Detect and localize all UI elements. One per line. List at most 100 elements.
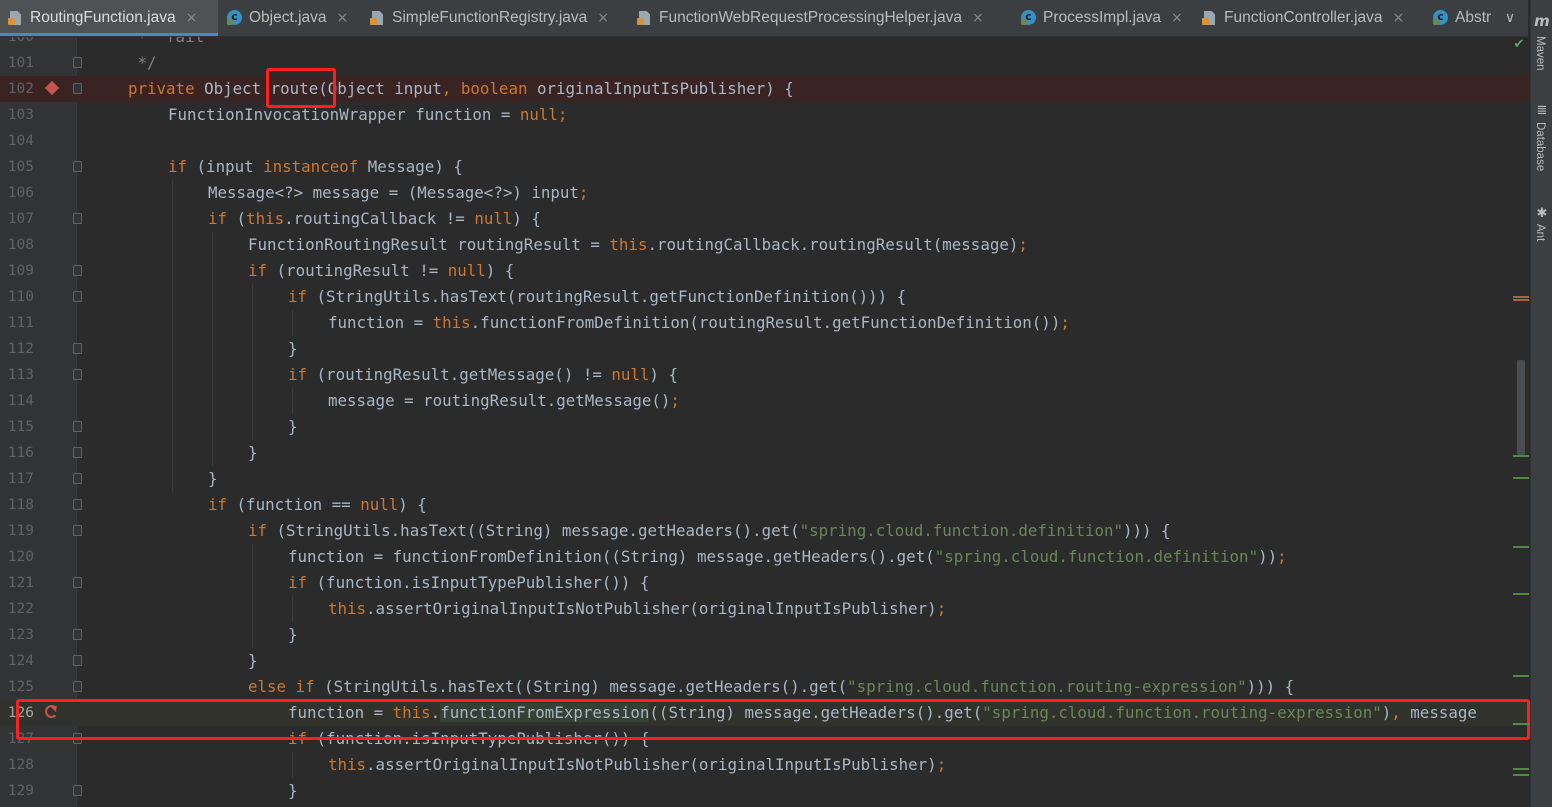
fold-icon[interactable]	[73, 57, 82, 68]
fold-icon[interactable]	[73, 213, 82, 224]
fold-icon[interactable]	[73, 83, 82, 94]
code-line: 111 function = this.functionFromDefiniti…	[0, 310, 1530, 336]
database-tool-window[interactable]: Database	[1534, 122, 1546, 171]
ant-tool-window[interactable]: Ant	[1534, 224, 1546, 241]
maven-icon[interactable]: m	[1534, 14, 1550, 29]
line-number: 100	[7, 37, 34, 45]
code-text: }	[248, 443, 258, 462]
scroll-marker	[1513, 296, 1529, 298]
code-text: if (StringUtils.hasText((String) message…	[248, 521, 1171, 540]
fold-icon[interactable]	[73, 525, 82, 536]
line-number: 117	[7, 471, 34, 487]
check-icon: ✔	[1513, 37, 1525, 52]
code-text: else if (StringUtils.hasText((String) me…	[248, 677, 1295, 696]
close-icon[interactable]: ×	[1393, 10, 1405, 26]
tab-label: FunctionController.java	[1224, 9, 1383, 26]
fold-icon[interactable]	[73, 473, 82, 484]
fold-icon[interactable]	[73, 343, 82, 354]
fold-icon[interactable]	[73, 785, 82, 796]
fold-icon[interactable]	[73, 447, 82, 458]
line-number: 102	[7, 81, 34, 97]
line-number: 120	[7, 549, 34, 565]
fold-icon[interactable]	[73, 681, 82, 692]
close-icon[interactable]: ×	[186, 10, 198, 26]
code-line: 115 }	[0, 414, 1530, 440]
code-line: 112 }	[0, 336, 1530, 362]
fold-icon[interactable]	[73, 421, 82, 432]
indent-guide	[292, 596, 293, 622]
code-text: private Object route(Object input, boole…	[128, 79, 794, 98]
fold-icon[interactable]	[73, 291, 82, 302]
code-line-current: 126 function = this.functionFromExpressi…	[0, 700, 1530, 726]
code-editor[interactable]: 100 * fail 101 */ 102 private Object rou…	[0, 37, 1530, 807]
code-text: }	[208, 469, 218, 488]
tab-function-web-request-processing-helper[interactable]: FunctionWebRequestProcessingHelper.java …	[629, 0, 1012, 36]
line-number: 118	[7, 497, 34, 513]
close-icon[interactable]: ×	[972, 10, 984, 26]
indent-guide	[252, 284, 253, 440]
vertical-scrollbar[interactable]	[1517, 360, 1525, 455]
code-line: 105 if (input instanceof Message) {	[0, 154, 1530, 180]
code-line: 117 }	[0, 466, 1530, 492]
line-number: 107	[7, 211, 34, 227]
code-text: if (StringUtils.hasText(routingResult.ge…	[288, 287, 907, 306]
line-number: 122	[7, 601, 34, 617]
scroll-marker	[1513, 723, 1529, 725]
code-line: 106 Message<?> message = (Message<?>) in…	[0, 180, 1530, 206]
line-number: 110	[7, 289, 34, 305]
tab-abstract[interactable]: Abstr	[1425, 0, 1500, 36]
code-text: if (function.isInputTypePublisher()) {	[288, 573, 650, 592]
breakpoint-icon[interactable]	[44, 76, 60, 102]
scroll-marker	[1513, 768, 1529, 770]
close-icon[interactable]: ×	[337, 10, 349, 26]
tab-function-controller[interactable]: FunctionController.java ×	[1194, 0, 1424, 36]
fold-icon[interactable]	[73, 499, 82, 510]
fold-icon[interactable]	[73, 733, 82, 744]
scroll-marker	[1513, 299, 1529, 301]
close-icon[interactable]: ×	[1171, 10, 1183, 26]
tab-label: Abstr	[1455, 9, 1492, 26]
database-icon[interactable]: ≣	[1534, 104, 1550, 118]
fold-icon[interactable]	[73, 577, 82, 588]
tab-process-impl[interactable]: ProcessImpl.java ×	[1013, 0, 1193, 36]
fold-icon[interactable]	[73, 265, 82, 276]
indent-guide	[252, 544, 253, 648]
class-file-icon	[1021, 10, 1037, 26]
ant-icon[interactable]: ✱	[1534, 207, 1550, 221]
tab-routing-function[interactable]: RoutingFunction.java ×	[0, 0, 218, 36]
maven-tool-window[interactable]: Maven	[1534, 36, 1546, 71]
code-text: message = routingResult.getMessage();	[328, 391, 680, 410]
reload-breakpoint-icon[interactable]	[44, 700, 60, 726]
chevron-down-icon[interactable]: ∨	[1500, 8, 1520, 28]
fold-icon[interactable]	[73, 369, 82, 380]
close-icon[interactable]: ×	[597, 10, 609, 26]
code-line: 104	[0, 128, 1530, 154]
code-line: 127 if (function.isInputTypePublisher())…	[0, 726, 1530, 752]
tab-simple-function-registry[interactable]: SimpleFunctionRegistry.java ×	[362, 0, 628, 36]
code-text: * fail	[128, 37, 205, 50]
code-line: 129 }	[0, 778, 1530, 804]
indent-guide	[292, 752, 293, 778]
code-text: function = this.functionFromExpression((…	[288, 703, 1477, 722]
fold-icon[interactable]	[73, 629, 82, 640]
code-text: FunctionInvocationWrapper function = nul…	[168, 105, 568, 124]
code-line: 101 */	[0, 50, 1530, 76]
code-line: 125 else if (StringUtils.hasText((String…	[0, 674, 1530, 700]
code-text: */	[128, 53, 157, 72]
line-number: 126	[7, 705, 34, 721]
line-number: 129	[7, 783, 34, 799]
fold-icon[interactable]	[73, 655, 82, 666]
line-number: 109	[7, 263, 34, 279]
indent-guide	[212, 232, 213, 466]
line-number: 106	[7, 185, 34, 201]
code-text: function = this.functionFromDefinition(r…	[328, 313, 1070, 332]
code-text: }	[288, 339, 298, 358]
line-number: 121	[7, 575, 34, 591]
line-number: 115	[7, 419, 34, 435]
line-number: 103	[7, 107, 34, 123]
code-text: if (function.isInputTypePublisher()) {	[288, 729, 650, 748]
fold-icon[interactable]	[73, 161, 82, 172]
line-number: 124	[7, 653, 34, 669]
tab-object[interactable]: Object.java ×	[219, 0, 361, 36]
java-file-icon	[8, 10, 24, 26]
